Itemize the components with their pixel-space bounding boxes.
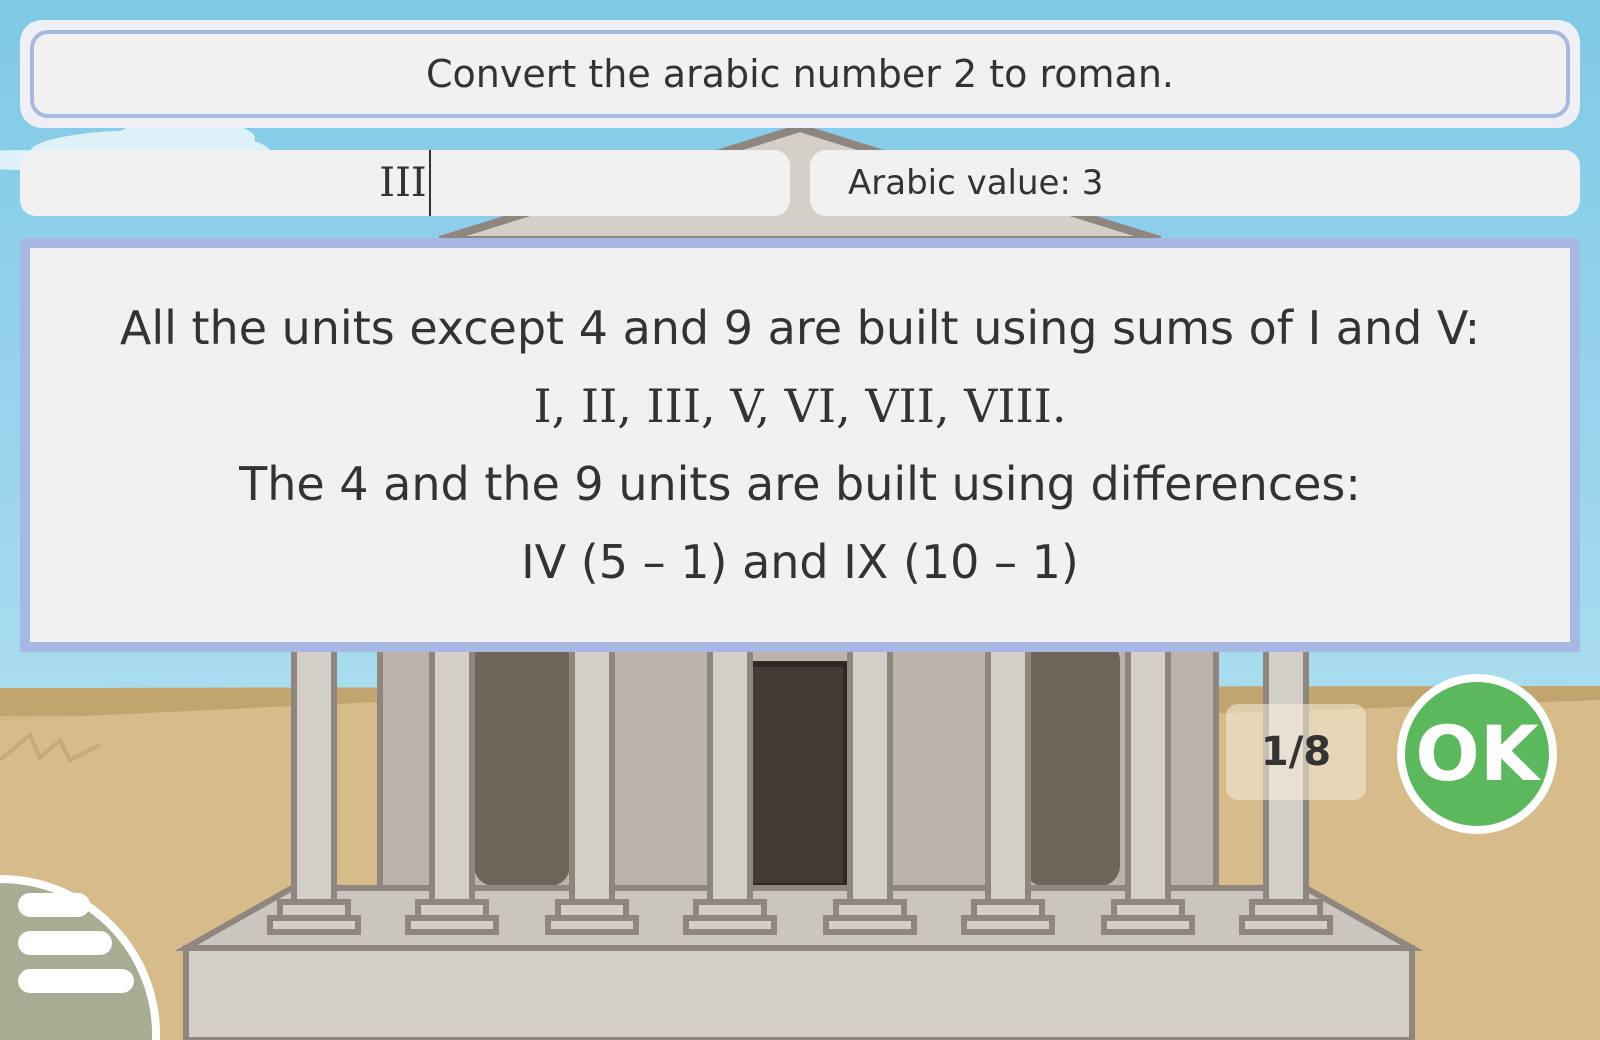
- arabic-value-display: Arabic value: 3: [810, 150, 1580, 216]
- ok-icon: OK: [1415, 709, 1542, 798]
- progress-counter: 1/8: [1226, 704, 1366, 800]
- answer-input[interactable]: III: [20, 150, 790, 216]
- menu-button[interactable]: [0, 875, 166, 1040]
- ok-button[interactable]: OK: [1395, 672, 1559, 836]
- hint-line: IV (5 – 1) and IX (10 – 1): [521, 535, 1079, 589]
- hint-line: I, II, III, V, VI, VII, VIII.: [533, 379, 1067, 433]
- answer-value: III: [379, 160, 427, 206]
- hint-line: The 4 and the 9 units are built using di…: [239, 457, 1361, 511]
- hint-line: All the units except 4 and 9 are built u…: [119, 301, 1481, 355]
- question-text: Convert the arabic number 2 to roman.: [30, 30, 1570, 118]
- text-caret: [428, 150, 431, 216]
- hint-panel: All the units except 4 and 9 are built u…: [20, 238, 1580, 652]
